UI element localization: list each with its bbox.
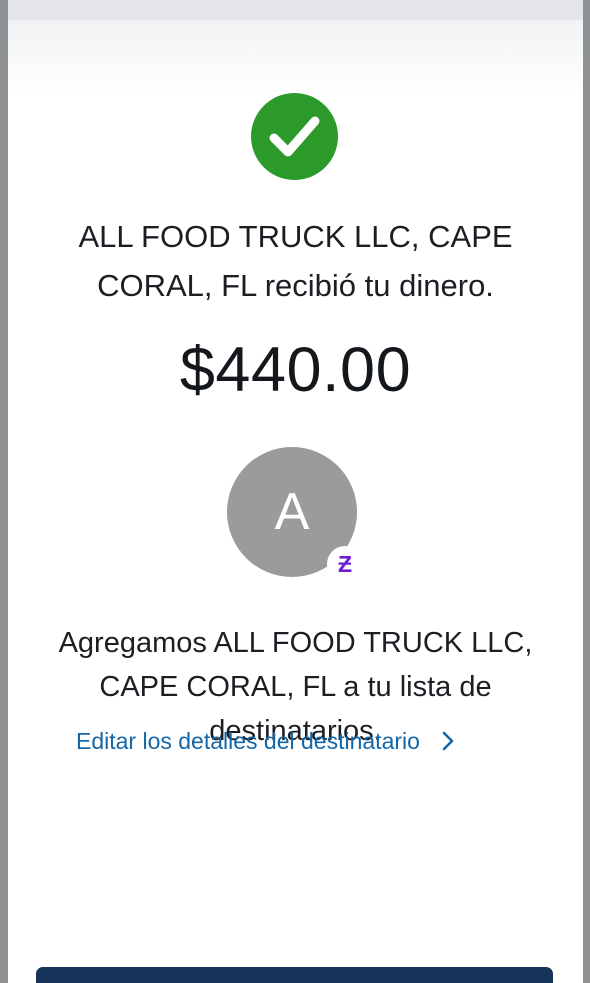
status-bar bbox=[8, 0, 583, 20]
edit-recipient-link[interactable]: Editar los detalles del destinatario bbox=[76, 724, 454, 758]
check-circle-icon bbox=[251, 93, 338, 180]
zelle-icon: Ƶ bbox=[327, 546, 363, 582]
payment-amount: $440.00 bbox=[179, 335, 412, 405]
confirmation-message: ALL FOOD TRUCK LLC, CAPE CORAL, FL recib… bbox=[78, 219, 513, 303]
header-shadow bbox=[8, 20, 583, 95]
edit-recipient-label: Editar los detalles del destinatario bbox=[76, 727, 420, 754]
primary-action-button[interactable] bbox=[36, 967, 553, 983]
app-screen: ALL FOOD TRUCK LLC, CAPE CORAL, FL recib… bbox=[8, 0, 583, 983]
chevron-right-icon bbox=[442, 731, 454, 751]
